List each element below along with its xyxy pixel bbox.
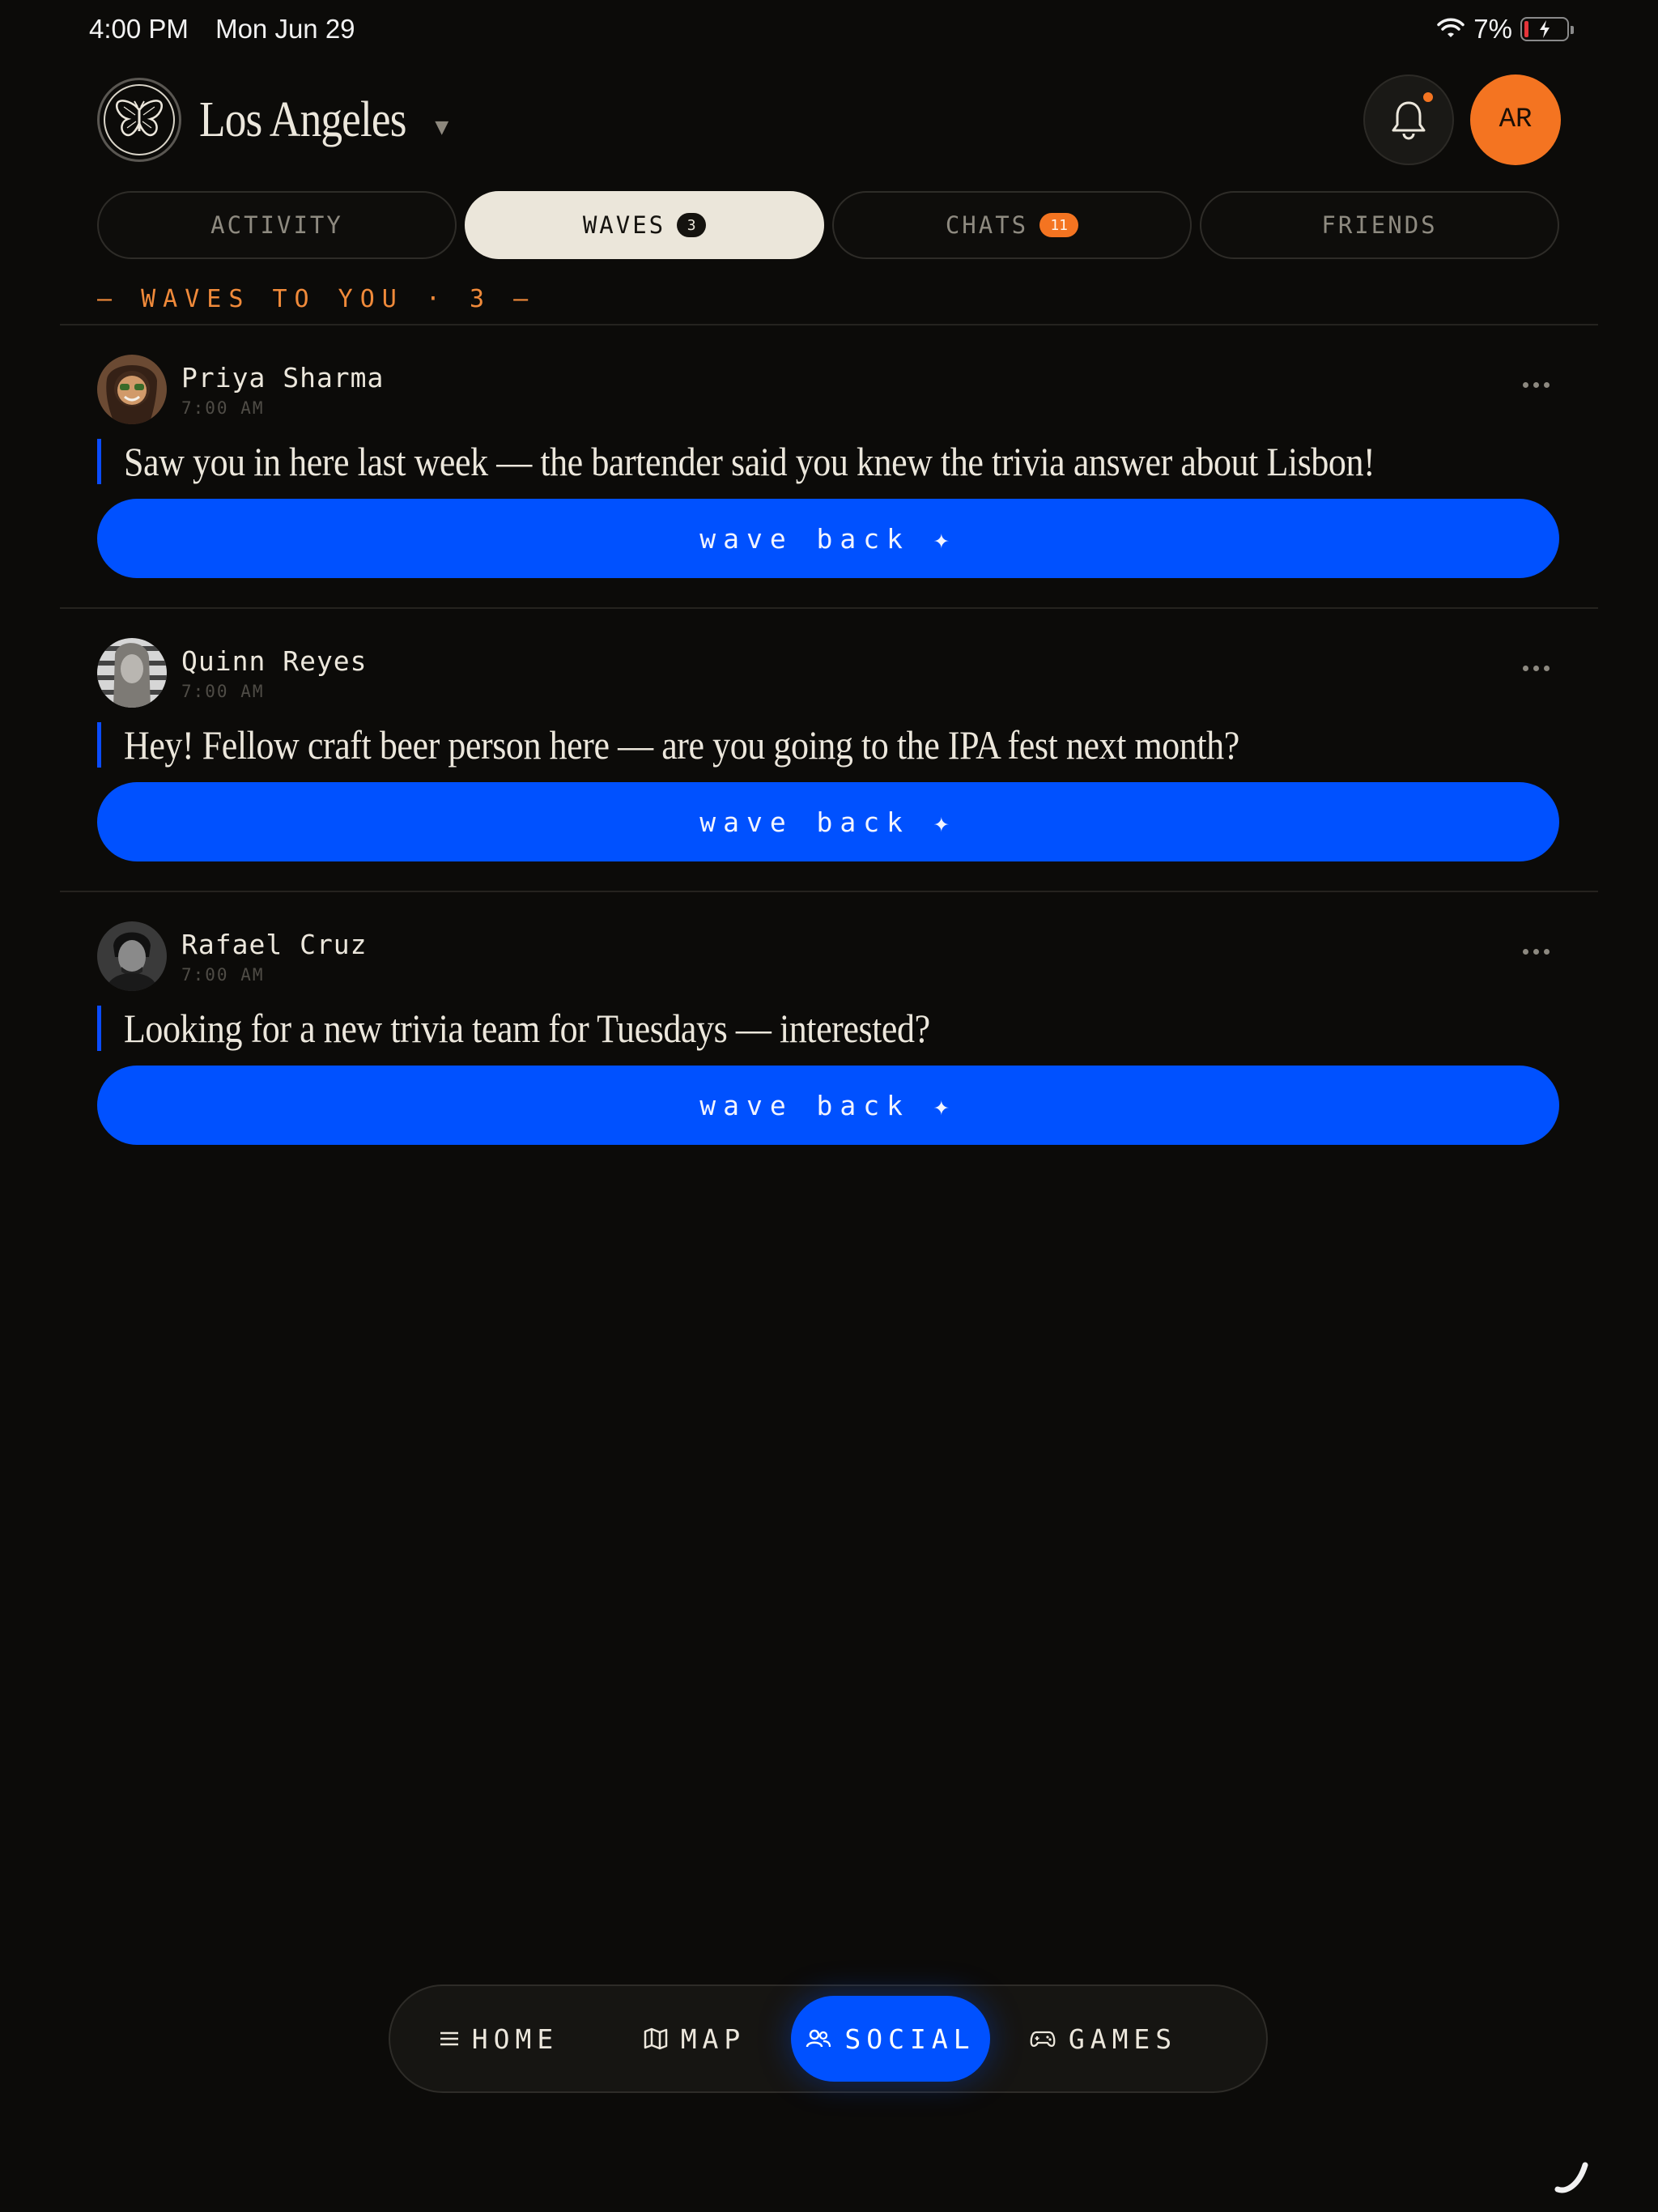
user-name: Quinn Reyes xyxy=(181,644,368,677)
butterfly-icon xyxy=(115,100,164,137)
wave-time: 7:00 AM xyxy=(181,398,265,418)
wave-time: 7:00 AM xyxy=(181,964,265,985)
wave-message: Saw you in here last week — the bartende… xyxy=(97,439,1561,484)
more-options-icon[interactable] xyxy=(1523,666,1550,671)
people-icon xyxy=(806,2029,831,2048)
map-icon xyxy=(644,2027,667,2050)
wave-card: Rafael Cruz 7:00 AM Looking for a new tr… xyxy=(60,892,1598,1174)
wave-back-button[interactable]: wave back ✦ xyxy=(97,782,1559,861)
nav-label: SOCIAL xyxy=(844,2023,976,2055)
wifi-icon xyxy=(1437,18,1465,37)
butterfly-logo xyxy=(97,78,181,162)
tab-bar: ACTIVITY WAVES 3 CHATS 11 FRIENDS xyxy=(97,191,1559,259)
gamepad-icon xyxy=(1030,2031,1056,2048)
tab-label: CHATS xyxy=(945,211,1029,239)
scribble-mark-icon xyxy=(1554,2162,1588,2193)
wave-message-text: Looking for a new trivia team for Tuesda… xyxy=(124,1006,930,1051)
more-options-icon[interactable] xyxy=(1523,949,1550,955)
wave-list: Priya Sharma 7:00 AM Saw you in here las… xyxy=(60,324,1598,1174)
tab-activity[interactable]: ACTIVITY xyxy=(97,191,457,259)
status-bar: 4:00 PM Mon Jun 29 7% xyxy=(89,11,1574,47)
tab-label: WAVES xyxy=(582,211,666,239)
wave-message: Looking for a new trivia team for Tuesda… xyxy=(97,1006,1561,1051)
waves-count-badge: 3 xyxy=(677,213,707,237)
wave-back-button[interactable]: wave back ✦ xyxy=(97,1066,1559,1145)
bottom-nav: HOME MAP SOCIAL GAMES xyxy=(389,1984,1268,2093)
nav-label: HOME xyxy=(471,2023,559,2055)
app-screen: 4:00 PM Mon Jun 29 7% Los Angeles ▼ AR A… xyxy=(0,0,1658,2212)
status-time: 4:00 PM xyxy=(89,14,189,44)
city-name: Los Angeles xyxy=(199,91,406,147)
wave-card: Quinn Reyes 7:00 AM Hey! Fellow craft be… xyxy=(60,609,1598,891)
city-selector[interactable]: Los Angeles ▼ xyxy=(97,78,449,162)
wave-card: Priya Sharma 7:00 AM Saw you in here las… xyxy=(60,325,1598,607)
tab-waves[interactable]: WAVES 3 xyxy=(465,191,824,259)
notification-dot xyxy=(1422,91,1435,104)
wave-message-text: Hey! Fellow craft beer person here — are… xyxy=(124,722,1239,768)
nav-map[interactable]: MAP xyxy=(598,1996,791,2082)
wave-message: Hey! Fellow craft beer person here — are… xyxy=(97,722,1561,768)
menu-icon xyxy=(440,2031,458,2046)
nav-home[interactable]: HOME xyxy=(400,1996,598,2082)
tab-friends[interactable]: FRIENDS xyxy=(1200,191,1559,259)
tab-label: ACTIVITY xyxy=(210,211,343,239)
battery-percent: 7% xyxy=(1473,14,1512,44)
nav-social[interactable]: SOCIAL xyxy=(791,1996,990,2082)
caret-down-icon: ▼ xyxy=(435,117,449,138)
user-avatar[interactable] xyxy=(97,921,167,991)
bell-icon xyxy=(1392,101,1426,140)
profile-avatar[interactable]: AR xyxy=(1470,74,1561,165)
chats-count-badge: 11 xyxy=(1039,213,1079,237)
tab-chats[interactable]: CHATS 11 xyxy=(832,191,1192,259)
user-name: Priya Sharma xyxy=(181,361,385,393)
section-heading: — WAVES TO YOU · 3 — xyxy=(97,285,536,313)
notifications-button[interactable] xyxy=(1363,74,1454,165)
header: Los Angeles ▼ AR xyxy=(97,74,1561,165)
more-options-icon[interactable] xyxy=(1523,382,1550,388)
tab-label: FRIENDS xyxy=(1321,211,1438,239)
user-name: Rafael Cruz xyxy=(181,928,368,960)
wave-back-button[interactable]: wave back ✦ xyxy=(97,499,1559,578)
nav-label: GAMES xyxy=(1068,2023,1178,2055)
wave-time: 7:00 AM xyxy=(181,681,265,701)
nav-games[interactable]: GAMES xyxy=(990,1996,1217,2082)
user-avatar[interactable] xyxy=(97,638,167,708)
status-date: Mon Jun 29 xyxy=(215,14,355,44)
user-avatar[interactable] xyxy=(97,355,167,424)
wave-message-text: Saw you in here last week — the bartende… xyxy=(124,439,1375,484)
battery-icon xyxy=(1520,17,1574,41)
nav-label: MAP xyxy=(680,2023,746,2055)
